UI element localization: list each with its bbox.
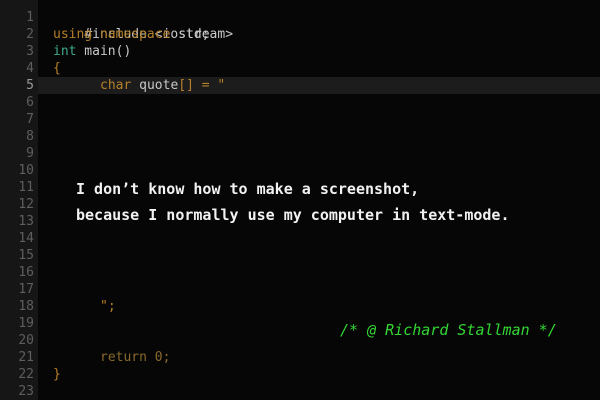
code-line-18: ";	[53, 298, 116, 315]
code-line-4: {	[53, 60, 61, 77]
line-number: 18	[18, 299, 34, 314]
return-keyword: return	[100, 350, 147, 365]
array-assignment: [] = "	[178, 78, 226, 93]
code-line-3: int main()	[53, 43, 131, 60]
line-number: 7	[26, 112, 34, 127]
return-value: 0;	[146, 350, 171, 365]
line-number: 5	[26, 78, 34, 93]
line-number: 8	[26, 129, 34, 144]
code-line-22: }	[53, 366, 61, 383]
line-number: 20	[18, 333, 34, 348]
code-editor[interactable]: 1 2 3 4 5 6 7 8 9 10 11 12 13 14 15 16 17 18 19 20 21 22 23 #i…	[0, 0, 600, 400]
attribution-comment: /* @ Richard Stallman */	[340, 321, 557, 339]
line-number: 1	[26, 10, 34, 25]
namespace-name: std;	[170, 27, 210, 42]
int-keyword: int	[53, 44, 77, 59]
line-number: 16	[18, 265, 34, 280]
open-brace: {	[53, 61, 61, 76]
code-line-21: return 0;	[53, 349, 170, 366]
line-number: 2	[26, 27, 34, 42]
line-number: 17	[18, 282, 34, 297]
quote-line-2: because I normally use my computer in te…	[76, 206, 510, 224]
quote-line-1: I don’t know how to make a screenshot,	[76, 180, 420, 198]
line-number: 22	[18, 367, 34, 382]
line-number: 14	[18, 231, 34, 246]
line-number: 11	[18, 180, 34, 195]
line-number: 21	[18, 350, 34, 365]
main-function: main()	[76, 44, 132, 59]
line-number: 9	[26, 146, 34, 161]
line-number-gutter: 1 2 3 4 5 6 7 8 9 10 11 12 13 14 15 16 17 18 19 20 21 22 23	[0, 0, 38, 400]
quote-identifier: quote	[131, 78, 179, 93]
line-number: 3	[26, 44, 34, 59]
string-terminator: ";	[100, 299, 116, 314]
code-line-5: char quote[] = "	[53, 77, 225, 94]
line-number: 10	[18, 163, 34, 178]
code-line-2: using namespace std;	[53, 26, 210, 43]
line-number: 15	[18, 248, 34, 263]
line-number: 13	[18, 214, 34, 229]
line-number: 19	[18, 316, 34, 331]
line-number: 6	[26, 95, 34, 110]
quote-text: I don’t know how to make a screenshot, be…	[76, 176, 509, 228]
line-number: 4	[26, 61, 34, 76]
using-namespace-keyword: using namespace	[53, 27, 171, 42]
line-number: 23	[18, 384, 34, 399]
char-keyword: char	[100, 78, 132, 93]
close-brace: }	[53, 367, 61, 382]
line-number: 12	[18, 197, 34, 212]
